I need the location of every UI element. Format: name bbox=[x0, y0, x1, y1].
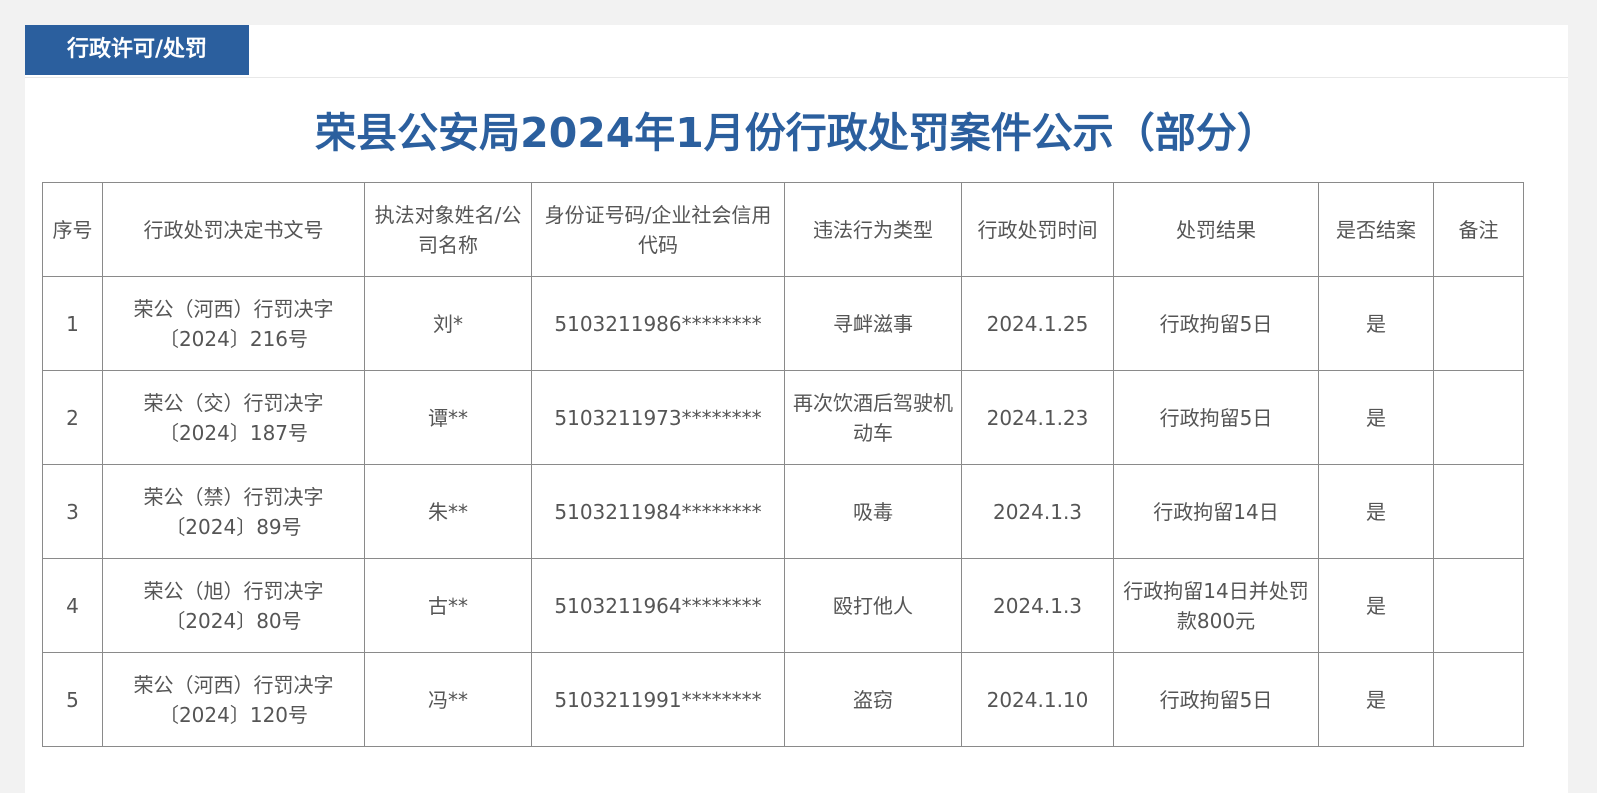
cell-violation-type: 再次饮酒后驾驶机动车 bbox=[784, 370, 962, 465]
cell-index: 1 bbox=[42, 276, 103, 371]
cell-subject-name: 朱** bbox=[364, 464, 532, 559]
cell-decision-number: 荣公（河西）行罚决字〔2024〕120号 bbox=[102, 652, 365, 747]
cell-violation-type: 殴打他人 bbox=[784, 558, 962, 653]
cell-violation-type: 寻衅滋事 bbox=[784, 276, 962, 371]
cell-subject-name: 冯** bbox=[364, 652, 532, 747]
header-decision-number: 行政处罚决定书文号 bbox=[102, 182, 365, 277]
cell-id-number: 5103211964******** bbox=[531, 558, 785, 653]
cell-index: 3 bbox=[42, 464, 103, 559]
cell-case-closed: 是 bbox=[1318, 370, 1434, 465]
cell-penalty-date: 2024.1.23 bbox=[961, 370, 1114, 465]
cell-penalty-result: 行政拘留5日 bbox=[1113, 652, 1319, 747]
table-header-row: 序号 行政处罚决定书文号 执法对象姓名/公司名称 身份证号码/企业社会信用代码 … bbox=[42, 182, 1524, 277]
header-violation-type: 违法行为类型 bbox=[784, 182, 962, 277]
cell-penalty-result: 行政拘留5日 bbox=[1113, 370, 1319, 465]
document-title: 荣县公安局2024年1月份行政处罚案件公示（部分） bbox=[315, 109, 1278, 157]
cell-subject-name: 谭** bbox=[364, 370, 532, 465]
table-row: 2 荣公（交）行罚决字〔2024〕187号 谭** 5103211973****… bbox=[42, 370, 1524, 465]
cell-remarks bbox=[1433, 652, 1524, 747]
content-panel: 行政许可/处罚 荣县公安局2024年1月份行政处罚案件公示（部分） 序号 行政处… bbox=[25, 25, 1568, 793]
header-penalty-result: 处罚结果 bbox=[1113, 182, 1319, 277]
cell-remarks bbox=[1433, 558, 1524, 653]
cell-decision-number: 荣公（旭）行罚决字〔2024〕80号 bbox=[102, 558, 365, 653]
header-case-closed: 是否结案 bbox=[1318, 182, 1434, 277]
header-id-number: 身份证号码/企业社会信用代码 bbox=[531, 182, 785, 277]
cell-case-closed: 是 bbox=[1318, 652, 1434, 747]
cell-penalty-date: 2024.1.10 bbox=[961, 652, 1114, 747]
header-penalty-date: 行政处罚时间 bbox=[961, 182, 1114, 277]
cell-decision-number: 荣公（交）行罚决字〔2024〕187号 bbox=[102, 370, 365, 465]
table-row: 5 荣公（河西）行罚决字〔2024〕120号 冯** 5103211991***… bbox=[42, 652, 1524, 747]
section-tab[interactable]: 行政许可/处罚 bbox=[25, 25, 249, 75]
cell-id-number: 5103211986******** bbox=[531, 276, 785, 371]
cell-remarks bbox=[1433, 276, 1524, 371]
cell-violation-type: 吸毒 bbox=[784, 464, 962, 559]
cell-penalty-result: 行政拘留14日并处罚款800元 bbox=[1113, 558, 1319, 653]
table-row: 4 荣公（旭）行罚决字〔2024〕80号 古** 5103211964*****… bbox=[42, 558, 1524, 653]
cell-subject-name: 刘* bbox=[364, 276, 532, 371]
header-remarks: 备注 bbox=[1433, 182, 1524, 277]
header-index: 序号 bbox=[42, 182, 103, 277]
cell-decision-number: 荣公（禁）行罚决字〔2024〕89号 bbox=[102, 464, 365, 559]
cell-penalty-date: 2024.1.3 bbox=[961, 558, 1114, 653]
cell-penalty-result: 行政拘留5日 bbox=[1113, 276, 1319, 371]
header-subject-name: 执法对象姓名/公司名称 bbox=[364, 182, 532, 277]
cell-remarks bbox=[1433, 370, 1524, 465]
cell-subject-name: 古** bbox=[364, 558, 532, 653]
table-row: 3 荣公（禁）行罚决字〔2024〕89号 朱** 5103211984*****… bbox=[42, 464, 1524, 559]
penalty-table: 序号 行政处罚决定书文号 执法对象姓名/公司名称 身份证号码/企业社会信用代码 … bbox=[42, 182, 1524, 747]
cell-index: 2 bbox=[42, 370, 103, 465]
cell-id-number: 5103211984******** bbox=[531, 464, 785, 559]
table-row: 1 荣公（河西）行罚决字〔2024〕216号 刘* 5103211986****… bbox=[42, 276, 1524, 371]
cell-index: 4 bbox=[42, 558, 103, 653]
cell-penalty-date: 2024.1.25 bbox=[961, 276, 1114, 371]
cell-index: 5 bbox=[42, 652, 103, 747]
cell-penalty-result: 行政拘留14日 bbox=[1113, 464, 1319, 559]
cell-id-number: 5103211973******** bbox=[531, 370, 785, 465]
cell-decision-number: 荣公（河西）行罚决字〔2024〕216号 bbox=[102, 276, 365, 371]
cell-id-number: 5103211991******** bbox=[531, 652, 785, 747]
cell-case-closed: 是 bbox=[1318, 276, 1434, 371]
cell-penalty-date: 2024.1.3 bbox=[961, 464, 1114, 559]
cell-violation-type: 盗窃 bbox=[784, 652, 962, 747]
cell-case-closed: 是 bbox=[1318, 558, 1434, 653]
cell-remarks bbox=[1433, 464, 1524, 559]
section-header: 行政许可/处罚 bbox=[25, 25, 1568, 78]
cell-case-closed: 是 bbox=[1318, 464, 1434, 559]
